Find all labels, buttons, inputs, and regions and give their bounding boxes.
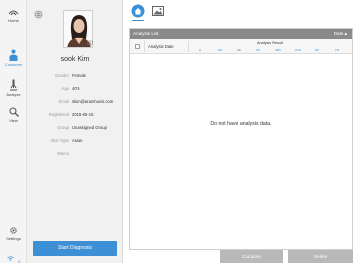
status-count: 0 <box>18 259 21 263</box>
field-memo: Memo <box>27 151 123 157</box>
compare-button[interactable]: Compare <box>220 250 283 263</box>
field-value: 2015-05-15 <box>72 112 94 117</box>
field-value: Female <box>72 73 86 78</box>
column-analysis-result: Analysis Result <box>257 41 283 45</box>
metric-label: KS <box>255 48 260 52</box>
nav-label-analyze: Analyze <box>6 92 21 97</box>
list-column-header: Analysis Date Analysis Result H AR SE KS… <box>130 39 352 54</box>
home-icon <box>8 10 19 16</box>
list-title: Analysis List <box>133 31 159 36</box>
sort-date-toggle[interactable]: Date▲ <box>334 29 348 39</box>
result-metrics: H AR SE KS SBV UVS HP TR <box>190 48 350 52</box>
camera-edit-icon[interactable] <box>87 40 93 45</box>
field-label: Age <box>61 86 69 91</box>
analyze-icon <box>10 79 17 91</box>
delete-button[interactable]: Delete <box>288 250 353 263</box>
nav-label-view: View <box>9 118 18 123</box>
metric-label: HP <box>314 48 320 52</box>
main-panel: Analysis List Date▲ Analysis Date Analys… <box>123 0 356 263</box>
field-label: Email <box>58 99 69 104</box>
field-skin-type: Skin Type Asian <box>27 138 123 144</box>
metric-label: TR <box>335 48 339 52</box>
list-title-bar: Analysis List Date▲ <box>130 29 352 39</box>
field-value: Unassigned Group <box>72 125 107 130</box>
field-value: skim@aramhuvis.com <box>72 99 114 104</box>
house-icon <box>131 4 145 18</box>
customer-icon <box>9 49 18 61</box>
field-value: 40's <box>72 86 80 91</box>
field-gender: Gender Female <box>27 73 123 79</box>
list-action-bar: Compare Delete <box>129 250 353 263</box>
column-divider <box>188 41 189 52</box>
nav-item-view[interactable]: View <box>0 107 27 123</box>
nav-item-customer[interactable]: Customer <box>0 49 27 67</box>
wifi-icon <box>6 256 14 262</box>
tab-bar <box>123 0 356 22</box>
metric-label: SBV <box>274 48 281 52</box>
metric-label: AR <box>217 48 223 52</box>
column-divider <box>144 41 145 52</box>
nav-item-home[interactable]: Home <box>0 8 27 23</box>
empty-state-message: Do not have analysis data. <box>210 121 272 127</box>
nav-item-settings[interactable]: Settings <box>0 226 27 241</box>
field-registered: Registered 2015-05-15 <box>27 112 123 118</box>
field-label: Memo <box>57 151 69 156</box>
column-analysis-date: Analysis Date <box>148 44 174 49</box>
image-icon <box>152 6 164 16</box>
tab-photos[interactable] <box>151 4 165 18</box>
metric-label: UVS <box>294 48 302 52</box>
select-all-checkbox[interactable] <box>135 44 140 49</box>
nav-label-settings: Settings <box>6 236 21 241</box>
field-label: Group <box>57 125 69 130</box>
metric-label: SE <box>236 48 241 52</box>
field-label: Registered <box>48 112 69 117</box>
field-label: Gender <box>55 73 69 78</box>
start-diagnosis-button[interactable]: Start Diagnosis <box>33 241 117 256</box>
field-email: Email skim@aramhuvis.com <box>27 99 123 105</box>
nav-label-home: Home <box>8 18 19 23</box>
customer-name: sook Kim <box>60 56 90 63</box>
field-age: Age 40's <box>27 86 123 92</box>
globe-icon[interactable] <box>34 10 43 19</box>
metric-label: H <box>198 48 202 52</box>
analysis-list: Analysis List Date▲ Analysis Date Analys… <box>129 28 353 250</box>
nav-rail: Home Customer Analyze View Settings 0 <box>0 0 27 263</box>
nav-label-customer: Customer <box>4 62 23 67</box>
nav-item-analyze[interactable]: Analyze <box>0 79 27 97</box>
field-label: Skin Type <box>50 138 69 143</box>
customer-profile-panel: sook Kim Gender Female Age 40's Email sk… <box>27 0 123 263</box>
view-icon <box>8 107 19 117</box>
tab-home[interactable] <box>131 4 145 21</box>
field-group: Group Unassigned Group <box>27 125 123 131</box>
status-row: 0 <box>0 250 27 263</box>
gear-icon <box>10 227 17 234</box>
field-value: Asian <box>72 138 83 143</box>
